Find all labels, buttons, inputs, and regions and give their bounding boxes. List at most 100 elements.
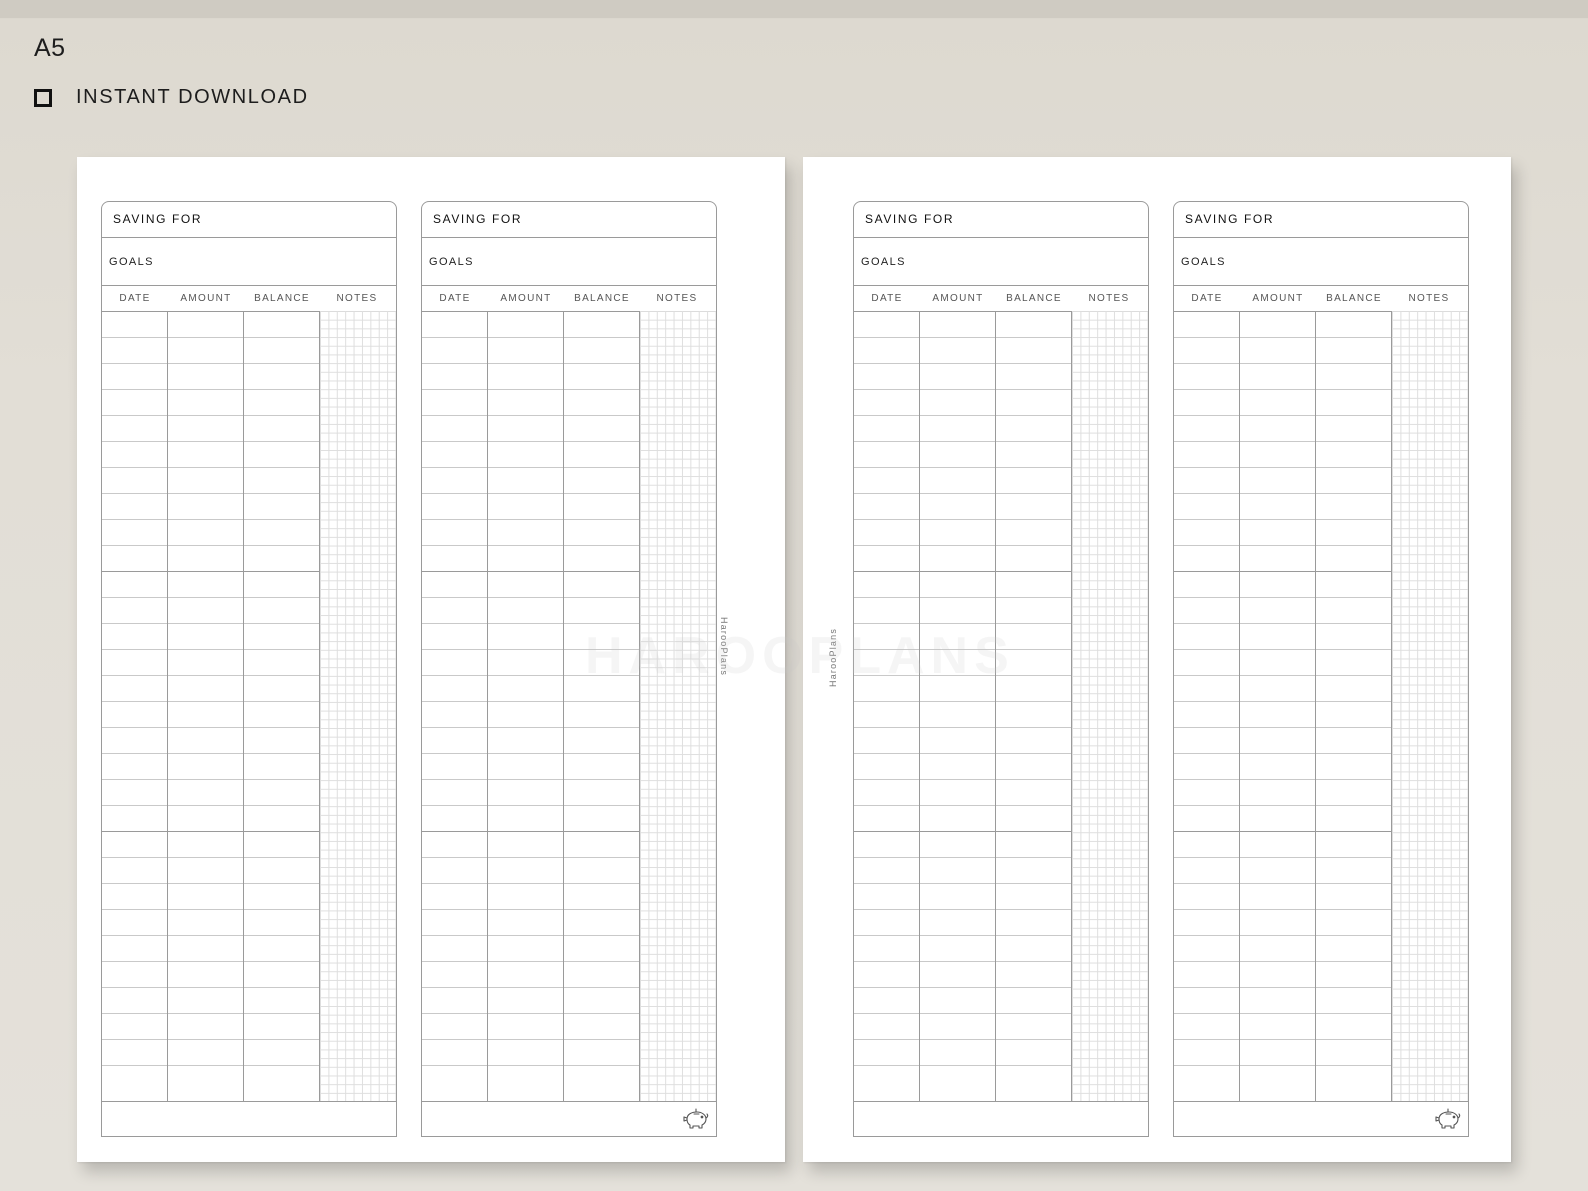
table-row-line bbox=[422, 1013, 640, 1014]
table-row-line bbox=[1174, 727, 1392, 728]
column-divider bbox=[319, 311, 320, 1101]
table-row-line bbox=[854, 467, 1072, 468]
piggy-bank-icon bbox=[683, 1108, 709, 1129]
column-divider bbox=[487, 311, 488, 1101]
sheet-footer bbox=[854, 1101, 1148, 1136]
table-row-line bbox=[854, 441, 1072, 442]
table-row-line bbox=[102, 675, 320, 676]
table-row-line bbox=[102, 1013, 320, 1014]
table-row-line bbox=[422, 493, 640, 494]
saving-for-label: SAVING FOR bbox=[865, 212, 955, 226]
instant-download-label: INSTANT DOWNLOAD bbox=[76, 86, 309, 108]
table-row-line bbox=[422, 363, 640, 364]
table-row-line bbox=[102, 415, 320, 416]
column-divider bbox=[1071, 311, 1072, 1101]
column-header-row: DATE AMOUNT BALANCE NOTES bbox=[854, 285, 1148, 312]
table-row-line bbox=[854, 805, 1072, 806]
sheet-title-row: SAVING FOR bbox=[102, 202, 396, 238]
table-row-line bbox=[854, 883, 1072, 884]
column-divider bbox=[1239, 311, 1240, 1101]
column-header-amount: AMOUNT bbox=[180, 293, 232, 304]
table-row-line bbox=[854, 753, 1072, 754]
table-row-line bbox=[422, 389, 640, 390]
table-row-line bbox=[102, 337, 320, 338]
table-row-line bbox=[1174, 389, 1392, 390]
table-row-line bbox=[102, 779, 320, 780]
table-row-line bbox=[102, 649, 320, 650]
table-row-line bbox=[102, 935, 320, 936]
table-row-line bbox=[854, 545, 1072, 546]
watermark: HAROOPLANS bbox=[585, 627, 1015, 685]
column-header-row: DATE AMOUNT BALANCE NOTES bbox=[1174, 285, 1468, 312]
table-row-line bbox=[422, 441, 640, 442]
table-row-line bbox=[1174, 779, 1392, 780]
table-row-line bbox=[102, 363, 320, 364]
column-header-amount: AMOUNT bbox=[500, 293, 552, 304]
goals-row: GOALS bbox=[422, 237, 716, 286]
table-row-line bbox=[1174, 987, 1392, 988]
table-row-line bbox=[422, 337, 640, 338]
table-row-line bbox=[854, 857, 1072, 858]
table-row-line bbox=[422, 779, 640, 780]
table-row-line bbox=[102, 909, 320, 910]
table-row-line bbox=[102, 987, 320, 988]
table-row-line bbox=[854, 389, 1072, 390]
table-row-line bbox=[1174, 571, 1392, 572]
table-row-line bbox=[422, 1065, 640, 1066]
column-divider bbox=[1391, 311, 1392, 1101]
column-header-balance: BALANCE bbox=[1326, 293, 1382, 304]
column-header-date: DATE bbox=[439, 293, 471, 304]
goals-label: GOALS bbox=[1181, 256, 1226, 268]
table-row-line bbox=[102, 857, 320, 858]
table-row-line bbox=[1174, 545, 1392, 546]
ledger-table-body bbox=[854, 311, 1148, 1102]
sheet-footer bbox=[102, 1101, 396, 1136]
column-header-date: DATE bbox=[119, 293, 151, 304]
table-row-line bbox=[422, 701, 640, 702]
table-row-line bbox=[854, 623, 1072, 624]
table-row-line bbox=[1174, 753, 1392, 754]
table-row-line bbox=[1174, 363, 1392, 364]
column-divider bbox=[995, 311, 996, 1101]
table-row-line bbox=[1174, 1013, 1392, 1014]
goals-row: GOALS bbox=[1174, 237, 1468, 286]
goals-label: GOALS bbox=[109, 256, 154, 268]
table-row-line bbox=[102, 571, 320, 572]
table-row-line bbox=[1174, 1039, 1392, 1040]
ledger-table-body bbox=[102, 311, 396, 1102]
table-row-line bbox=[1174, 623, 1392, 624]
table-row-line bbox=[1174, 805, 1392, 806]
savings-sheet: SAVING FOR GOALS DATE AMOUNT BALANCE NOTES bbox=[101, 201, 397, 1137]
saving-for-label: SAVING FOR bbox=[1185, 212, 1275, 226]
column-header-balance: BALANCE bbox=[574, 293, 630, 304]
notes-grid bbox=[1392, 311, 1468, 1101]
table-row-line bbox=[854, 831, 1072, 832]
table-row-line bbox=[854, 1065, 1072, 1066]
table-row-line bbox=[1174, 883, 1392, 884]
table-row-line bbox=[422, 519, 640, 520]
table-row-line bbox=[854, 727, 1072, 728]
column-divider bbox=[243, 311, 244, 1101]
goals-row: GOALS bbox=[102, 237, 396, 286]
table-row-line bbox=[102, 1065, 320, 1066]
table-row-line bbox=[422, 597, 640, 598]
table-row-line bbox=[854, 961, 1072, 962]
goals-label: GOALS bbox=[861, 256, 906, 268]
notes-grid bbox=[640, 311, 716, 1101]
table-row-line bbox=[102, 493, 320, 494]
table-row-line bbox=[854, 1013, 1072, 1014]
column-header-date: DATE bbox=[1191, 293, 1223, 304]
table-row-line bbox=[1174, 649, 1392, 650]
saving-for-label: SAVING FOR bbox=[113, 212, 203, 226]
table-row-line bbox=[854, 987, 1072, 988]
table-row-line bbox=[1174, 701, 1392, 702]
table-row-line bbox=[854, 597, 1072, 598]
table-row-line bbox=[422, 883, 640, 884]
table-row-line bbox=[102, 753, 320, 754]
column-divider bbox=[639, 311, 640, 1101]
column-header-date: DATE bbox=[871, 293, 903, 304]
table-row-line bbox=[102, 961, 320, 962]
table-row-line bbox=[854, 337, 1072, 338]
table-row-line bbox=[854, 571, 1072, 572]
table-row-line bbox=[422, 961, 640, 962]
